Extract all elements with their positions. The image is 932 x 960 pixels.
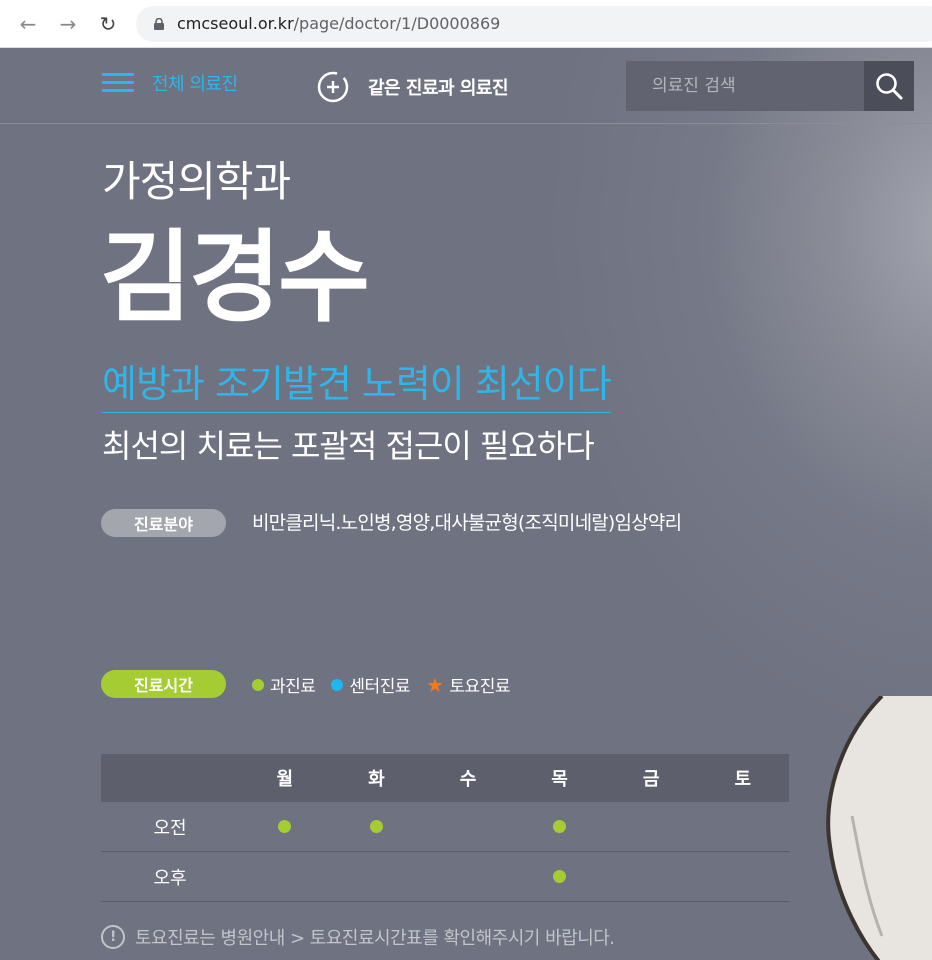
day-header: 수 xyxy=(459,769,477,790)
schedule-cell xyxy=(697,802,789,851)
green-dot-icon xyxy=(553,870,567,883)
all-doctors-link[interactable]: 전체 의료진 xyxy=(102,70,238,96)
schedule-cell xyxy=(514,802,606,851)
green-dot-icon xyxy=(553,820,567,833)
search-icon xyxy=(876,73,903,100)
specialty-text: 비만클리닉.노인병,영양,대사불균형(조직미네랄)임상약리 xyxy=(252,512,682,534)
back-arrow-icon[interactable]: ← xyxy=(14,10,42,38)
legend-center: 센터진료 xyxy=(331,672,410,697)
info-icon: ! xyxy=(101,925,125,949)
blue-dot-icon xyxy=(331,678,344,691)
url-text: cmcseoul.or.kr/page/doctor/1/D0000869 xyxy=(177,14,500,33)
schedule-corner xyxy=(101,754,239,802)
top-nav: 전체 의료진 같은 진료과 의료진 xyxy=(0,48,932,124)
doctor-hero: 전체 의료진 같은 진료과 의료진 가정의학과 김경수 예방과 조기발견 노력이… xyxy=(0,48,932,960)
browser-toolbar: ← → ↻ cmcseoul.or.kr/page/doctor/1/D0000… xyxy=(0,0,932,48)
legend-saturday-label: 토요진료 xyxy=(449,677,510,697)
doctor-portrait xyxy=(826,696,932,960)
day-header: 화 xyxy=(368,769,385,790)
green-dot-icon xyxy=(252,678,264,691)
star-icon: ★ xyxy=(425,672,444,697)
all-doctors-label: 전체 의료진 xyxy=(152,74,238,95)
day-header: 금 xyxy=(642,769,660,790)
schedule-row: 오후 xyxy=(101,852,789,902)
schedule-row: 오전 xyxy=(101,802,789,852)
schedule-row-label: 오후 xyxy=(153,867,187,889)
doctor-sub-motto: 최선의 치료는 포괄적 접근이 필요하다 xyxy=(102,427,595,465)
hours-badge: 진료시간 xyxy=(101,670,226,698)
doctor-search xyxy=(626,61,914,111)
schedule-table: 월 화 수 목 금 토 오전오후 xyxy=(101,754,789,902)
schedule-cell xyxy=(331,852,423,901)
green-dot-icon xyxy=(278,820,292,833)
schedule-cell xyxy=(331,802,423,851)
search-input[interactable] xyxy=(626,61,864,111)
day-header: 월 xyxy=(276,769,294,790)
plus-circle-icon xyxy=(317,71,349,103)
doctor-name: 김경수 xyxy=(100,219,370,336)
hamburger-icon xyxy=(102,72,134,94)
saturday-notice: ! 토요진료는 병원안내 > 토요진료시간표를 확인해주시기 바랍니다. xyxy=(101,924,615,950)
legend-saturday: ★ 토요진료 xyxy=(425,672,510,698)
schedule-cell xyxy=(697,852,789,901)
legend-dept: 과진료 xyxy=(252,672,316,697)
schedule-cell xyxy=(239,852,331,901)
schedule-header: 월 화 수 목 금 토 xyxy=(101,754,789,802)
same-dept-label: 같은 진료과 의료진 xyxy=(368,78,509,99)
url-path: /page/doctor/1/D0000869 xyxy=(293,14,501,33)
forward-arrow-icon[interactable]: → xyxy=(54,10,82,38)
same-dept-doctors-link[interactable]: 같은 진료과 의료진 xyxy=(316,70,509,104)
legend-center-label: 센터진료 xyxy=(349,677,410,697)
notice-text: 토요진료는 병원안내 > 토요진료시간표를 확인해주시기 바랍니다. xyxy=(135,928,615,949)
address-bar[interactable]: cmcseoul.or.kr/page/doctor/1/D0000869 xyxy=(136,6,932,42)
day-header: 토 xyxy=(734,769,752,790)
search-button[interactable] xyxy=(864,61,914,111)
doctor-motto: 예방과 조기발견 노력이 최선이다 xyxy=(102,353,612,413)
schedule-cell xyxy=(422,852,514,901)
specialty-badge: 진료분야 xyxy=(101,509,226,537)
day-header: 목 xyxy=(551,769,568,790)
hours-legend: 과진료 센터진료 ★ 토요진료 xyxy=(252,672,526,697)
schedule-cell xyxy=(239,802,331,851)
schedule-body: 오전오후 xyxy=(101,802,789,902)
schedule-cell xyxy=(422,802,514,851)
reload-icon[interactable]: ↻ xyxy=(94,10,122,38)
url-host: cmcseoul.or.kr xyxy=(177,14,294,33)
department-name: 가정의학과 xyxy=(102,157,291,206)
schedule-row-label: 오전 xyxy=(153,817,187,839)
schedule-cell xyxy=(605,802,697,851)
legend-dept-label: 과진료 xyxy=(270,677,316,697)
schedule-cell xyxy=(605,852,697,901)
schedule-cell xyxy=(514,852,606,901)
lock-icon xyxy=(154,18,164,30)
green-dot-icon xyxy=(369,820,383,833)
